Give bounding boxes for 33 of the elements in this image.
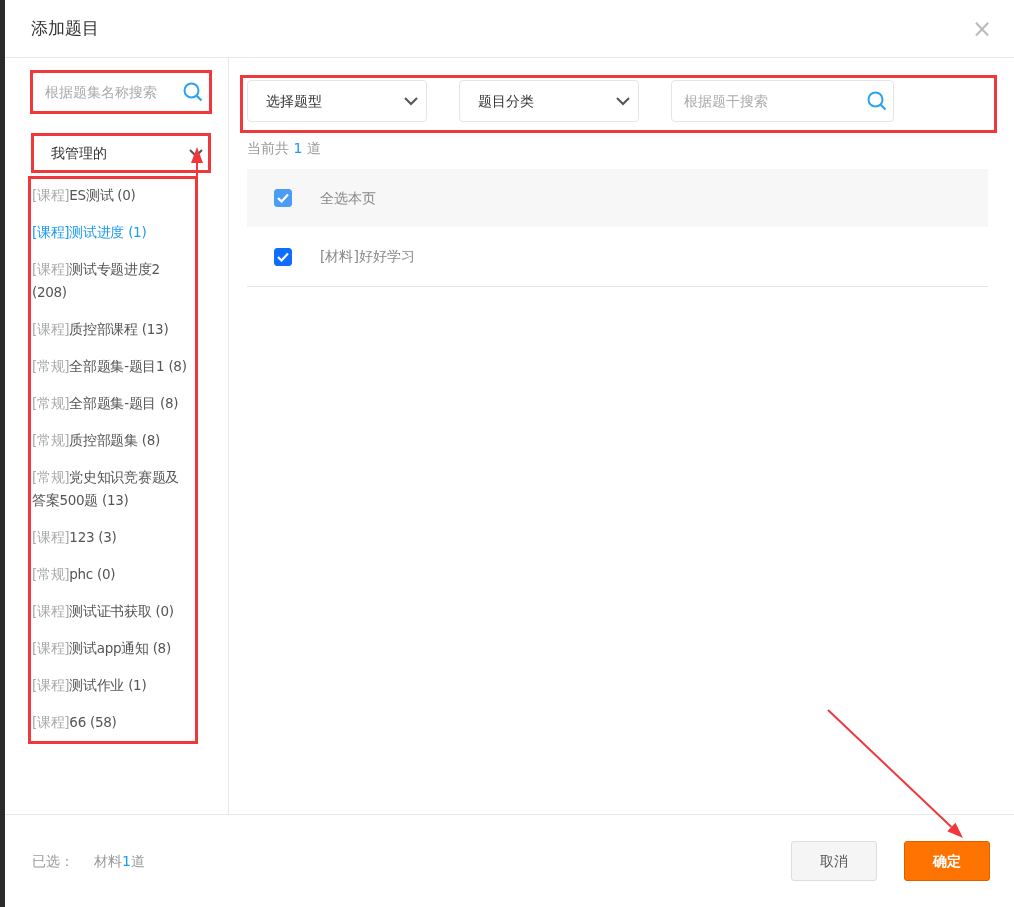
search-input[interactable]: 根据题集名称搜索 <box>43 80 183 104</box>
question-set-item[interactable]: [常规]全部题集-题目1 (8) <box>32 355 192 378</box>
question-set-item[interactable]: [课程]测试作业 (1) <box>32 674 192 697</box>
question-count: 当前共 1 道 <box>247 139 322 158</box>
scope-dropdown[interactable]: 我管理的 <box>32 134 210 172</box>
search-box[interactable]: 根据题集名称搜索 <box>32 72 210 112</box>
question-set-item[interactable]: [常规]质控部题集 (8) <box>32 429 192 452</box>
search-icon[interactable] <box>183 82 203 102</box>
question-set-item[interactable]: [常规]phc (0) <box>32 563 192 586</box>
selected-label: 已选： <box>32 851 74 871</box>
chevron-down-icon <box>616 96 630 106</box>
dialog-title: 添加题目 <box>31 16 99 40</box>
selected-summary: 材料1道 <box>94 851 145 871</box>
question-set-item[interactable]: [课程]测试专题进度2 (208) <box>32 258 192 304</box>
search-box[interactable]: 根据题干搜索 <box>671 80 894 122</box>
select-all-label: 全选本页 <box>320 188 376 208</box>
question-set-item[interactable]: [课程]测试证书获取 (0) <box>32 600 192 623</box>
question-set-item[interactable]: [课程]质控部课程 (13) <box>32 318 192 341</box>
chevron-down-icon <box>404 96 418 106</box>
search-icon[interactable] <box>867 91 887 111</box>
search-input[interactable]: 根据题干搜索 <box>682 89 867 113</box>
category-select[interactable]: 题目分类 <box>459 80 639 122</box>
question-type-select[interactable]: 选择题型 <box>247 80 427 122</box>
question-set-item[interactable]: [常规]党史知识竞赛题及答案500题 (13) <box>32 466 192 512</box>
cancel-button[interactable]: 取消 <box>791 841 877 881</box>
question-set-item[interactable]: [常规]全部题集-题目 (8) <box>32 392 192 415</box>
question-set-item[interactable]: [课程]66 (58) <box>32 711 192 734</box>
question-set-item[interactable]: [课程]测试app通知 (8) <box>32 637 192 660</box>
question-set-item[interactable]: [课程]ES测试 (0) <box>32 184 192 207</box>
checkbox[interactable] <box>274 247 292 266</box>
question-title: [材料]好好学习 <box>320 247 415 266</box>
question-set-item[interactable]: [课程]123 (3) <box>32 526 192 549</box>
checkbox[interactable] <box>274 189 292 207</box>
